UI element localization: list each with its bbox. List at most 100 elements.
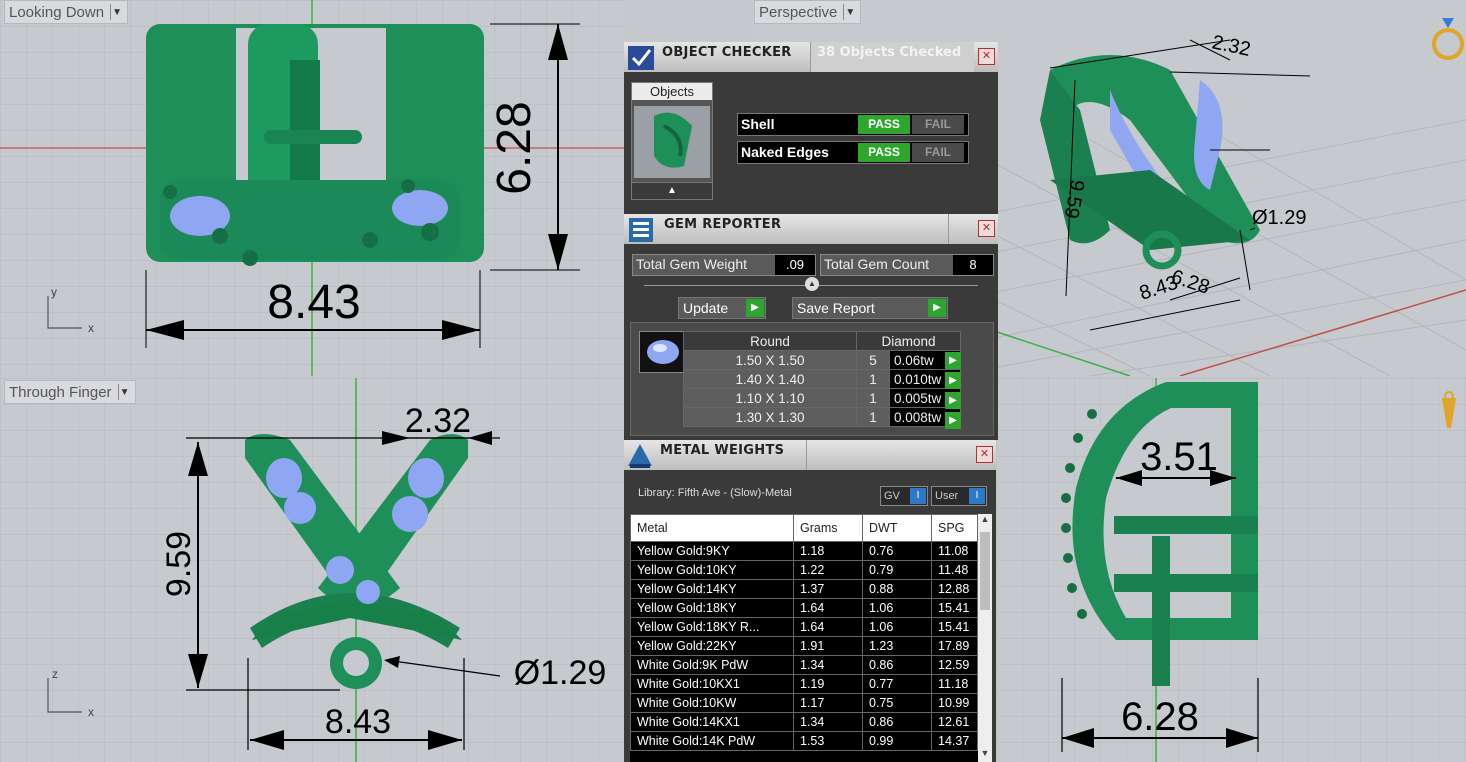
- grams-value: 1.22: [793, 560, 863, 580]
- viewport-through-finger[interactable]: 2.32 9.59 Ø1.29 8.43 z x Through Finger …: [0, 378, 624, 762]
- metal-table-header: Metal Grams DWT SPG: [630, 514, 978, 542]
- table-row[interactable]: Yellow Gold:22KY 1.91 1.23 17.89: [630, 636, 978, 656]
- dwt-value: 0.75: [862, 693, 932, 713]
- axis-label-x: x: [88, 705, 94, 719]
- table-row[interactable]: Yellow Gold:10KY 1.22 0.79 11.48: [630, 560, 978, 580]
- table-row[interactable]: 1.40 X 1.40 1 0.010tw: [683, 369, 961, 389]
- table-row[interactable]: Yellow Gold:18KY 1.64 1.06 15.41: [630, 598, 978, 618]
- table-row[interactable]: White Gold:14K PdW 1.53 0.99 14.37: [630, 731, 978, 751]
- metal-name: Yellow Gold:10KY: [630, 560, 794, 580]
- grams-value: 1.17: [793, 693, 863, 713]
- chevron-down-icon[interactable]: ▼: [117, 384, 131, 400]
- column-header-grams[interactable]: Grams: [793, 514, 863, 542]
- column-header-spg[interactable]: SPG: [931, 514, 978, 542]
- check-label: Shell: [741, 116, 775, 132]
- metal-table: Metal Grams DWT SPG Yellow Gold:9KY 1.18 0…: [630, 514, 978, 751]
- metal-table-container[interactable]: Metal Grams DWT SPG Yellow Gold:9KY 1.18 0…: [630, 514, 978, 762]
- viewport-side[interactable]: 3.51 6.28: [996, 378, 1466, 762]
- play-icon[interactable]: ▶: [945, 412, 961, 429]
- close-icon[interactable]: ✕: [978, 220, 995, 237]
- column-header-metal[interactable]: Metal: [630, 514, 794, 542]
- gem-table-header: Round Diamond: [683, 331, 961, 351]
- total-gem-count-label: Total Gem Count: [824, 256, 930, 272]
- close-icon[interactable]: ✕: [978, 48, 995, 65]
- viewport-title-tab[interactable]: Through Finger ▼: [4, 380, 136, 404]
- column-header-dwt[interactable]: DWT: [862, 514, 932, 542]
- save-report-button[interactable]: Save Report ▶: [792, 297, 948, 319]
- object-checker-panel: OBJECT CHECKER 38 Objects Checked ✕ Obje…: [624, 42, 998, 214]
- scrollbar-thumb[interactable]: [980, 532, 990, 610]
- dimension-label: 2.32: [405, 402, 471, 440]
- viewport-canvas: 3.51 6.28: [996, 378, 1466, 762]
- table-row[interactable]: Yellow Gold:9KY 1.18 0.76 11.08: [630, 541, 978, 561]
- table-row[interactable]: 1.10 X 1.10 1 0.005tw: [683, 388, 961, 408]
- gem-size: 1.30 X 1.30: [683, 407, 857, 427]
- splitter-handle[interactable]: ▲: [805, 277, 819, 291]
- viewport-title-tab[interactable]: Looking Down ▼: [4, 0, 129, 24]
- play-icon[interactable]: ▶: [945, 352, 961, 369]
- expand-up-icon[interactable]: ▲: [632, 182, 712, 199]
- check-row-shell: Shell PASS FAIL: [737, 113, 969, 136]
- gem-qty: 1: [856, 369, 890, 389]
- scroll-down-icon[interactable]: ▼: [978, 748, 992, 762]
- column-header: Diamond: [856, 331, 961, 351]
- play-icon[interactable]: ▶: [945, 392, 961, 409]
- table-row[interactable]: Yellow Gold:14KY 1.37 0.88 12.88: [630, 579, 978, 599]
- grams-value: 1.34: [793, 655, 863, 675]
- play-icon[interactable]: ▶: [945, 372, 961, 389]
- objects-box: Objects ▲: [631, 82, 713, 200]
- pass-button[interactable]: PASS: [858, 115, 910, 134]
- spg-value: 12.59: [931, 655, 978, 675]
- table-row[interactable]: White Gold:10KX1 1.19 0.77 11.18: [630, 674, 978, 694]
- dimension-label: Ø1.29: [1252, 207, 1306, 229]
- gem-qty: 5: [856, 350, 890, 370]
- user-label: User: [935, 490, 959, 502]
- gem-row-actions: ▶ ▶ ▶ ▶: [945, 352, 961, 429]
- update-button[interactable]: Update ▶: [678, 297, 766, 319]
- spg-value: 11.48: [931, 560, 978, 580]
- dwt-value: 0.76: [862, 541, 932, 561]
- spg-value: 15.41: [931, 598, 978, 618]
- panel-title: METAL WEIGHTS: [660, 443, 785, 458]
- panel-header: OBJECT CHECKER 38 Objects Checked ✕: [624, 42, 998, 72]
- metal-name: Yellow Gold:14KY: [630, 579, 794, 599]
- grams-value: 1.53: [793, 731, 863, 751]
- grams-value: 1.18: [793, 541, 863, 561]
- close-icon[interactable]: ✕: [976, 446, 993, 463]
- table-row[interactable]: 1.50 X 1.50 5 0.06tw: [683, 350, 961, 370]
- gem-size: 1.40 X 1.40: [683, 369, 857, 389]
- metal-table-scrollbar[interactable]: ▲ ▼: [978, 514, 992, 762]
- total-gem-weight-field: Total Gem Weight .09: [632, 254, 816, 276]
- table-row[interactable]: White Gold:10KW 1.17 0.75 10.99: [630, 693, 978, 713]
- dimension-label: 3.51: [1140, 435, 1218, 479]
- viewport-title-tab[interactable]: Perspective ▼: [754, 0, 862, 24]
- column-header: Round: [683, 331, 857, 351]
- user-toggle[interactable]: User I: [931, 486, 987, 506]
- library-label: Library: Fifth Ave - (Slow)-Metal: [638, 487, 792, 499]
- pass-button[interactable]: PASS: [858, 143, 910, 162]
- fail-button[interactable]: FAIL: [912, 143, 964, 162]
- gv-label: GV: [884, 490, 900, 502]
- gem-shape-thumbnail[interactable]: [639, 331, 687, 373]
- viewport-title: Looking Down: [9, 3, 105, 21]
- spg-value: 15.41: [931, 617, 978, 637]
- gv-toggle[interactable]: GV I: [880, 486, 928, 506]
- fail-button[interactable]: FAIL: [912, 115, 964, 134]
- table-row[interactable]: 1.30 X 1.30 1 0.008tw: [683, 407, 961, 427]
- viewport-looking-down[interactable]: 6.28 8.43 y x Looking Down ▼: [0, 0, 624, 376]
- chevron-down-icon[interactable]: ▼: [110, 4, 123, 20]
- table-row[interactable]: White Gold:14KX1 1.34 0.86 12.61: [630, 712, 978, 732]
- object-thumbnail[interactable]: [634, 106, 710, 178]
- scale-icon: [628, 444, 652, 468]
- play-icon: ▶: [746, 299, 764, 317]
- spg-value: 11.08: [931, 541, 978, 561]
- checkmark-icon: [628, 46, 654, 70]
- table-row[interactable]: White Gold:9K PdW 1.34 0.86 12.59: [630, 655, 978, 675]
- scroll-up-icon[interactable]: ▲: [978, 514, 992, 528]
- dwt-value: 1.23: [862, 636, 932, 656]
- table-row[interactable]: Yellow Gold:18KY R... 1.64 1.06 15.41: [630, 617, 978, 637]
- viewport-title: Through Finger: [9, 383, 112, 401]
- chevron-down-icon[interactable]: ▼: [843, 4, 856, 20]
- spg-value: 12.61: [931, 712, 978, 732]
- metal-name: Yellow Gold:18KY: [630, 598, 794, 618]
